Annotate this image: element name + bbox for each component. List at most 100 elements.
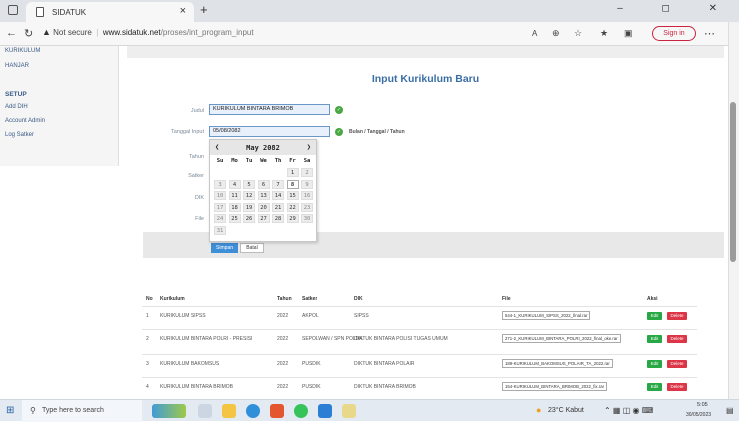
date-format-hint: Bulan / Tanggal / Tahun [349, 129, 405, 135]
calendar-day[interactable]: 18 [228, 202, 241, 212]
zoom-icon[interactable]: ⊕ [552, 28, 560, 39]
table-header-row: No Kurikulum Tahun Satker DIK File Aksi [142, 292, 697, 306]
new-tab-button[interactable]: + [200, 2, 208, 17]
page-scrollbar-thumb[interactable] [730, 102, 736, 262]
delete-button[interactable]: Delete [667, 335, 687, 343]
back-icon[interactable]: ← [6, 27, 17, 39]
tab-actions-icon[interactable] [8, 5, 18, 15]
dik-label: DIK [194, 195, 204, 201]
more-icon[interactable]: ⋯ [704, 27, 715, 40]
weekday-label: Su [216, 158, 224, 164]
judul-input[interactable]: KURIKULUM BINTARA BRIMOB [209, 104, 330, 115]
url-path: /proses/int_program_input [160, 28, 254, 37]
whatsapp-icon[interactable] [294, 404, 308, 418]
sidebar-item-account-admin[interactable]: Account Admin [5, 118, 45, 124]
office-icon[interactable] [270, 404, 284, 418]
close-tab-icon[interactable]: × [180, 5, 186, 17]
weather-text[interactable]: 23°C Kabut [548, 407, 584, 414]
tahun-label: Tahun [189, 154, 204, 160]
edit-button[interactable]: Edit [647, 360, 662, 368]
batal-button[interactable]: Batal [240, 243, 264, 253]
calendar-day[interactable]: 23 [301, 202, 313, 212]
task-view-icon[interactable] [198, 404, 212, 418]
calendar-day[interactable]: 7 [272, 179, 284, 189]
calendar-day[interactable]: 17 [214, 202, 226, 212]
edge-icon[interactable] [246, 404, 260, 418]
calendar-day[interactable]: 10 [214, 191, 226, 200]
favorites-bar-icon[interactable]: ★ [600, 28, 608, 39]
tab-title: SIDATUK [52, 8, 87, 17]
calendar-day[interactable]: 25 [228, 214, 241, 223]
table-cell: 3 [146, 361, 149, 367]
calendar-day[interactable]: 12 [243, 191, 255, 200]
calendar-day[interactable]: 27 [257, 214, 270, 223]
month-label: May 2082 [246, 144, 280, 152]
table-cell: KURIKULUM BAKOMSUS [160, 361, 220, 367]
calendar-day[interactable]: 4 [228, 179, 241, 189]
sign-in-button[interactable]: Sign in [652, 26, 696, 41]
weather-widget-icon[interactable] [152, 404, 186, 418]
calendar-day[interactable]: 19 [243, 202, 255, 212]
clock-time[interactable]: 5:05 [697, 402, 708, 408]
calendar-day[interactable]: 21 [272, 202, 284, 212]
sidebar-item-log-satker[interactable]: Log Satker [5, 132, 34, 138]
delete-button[interactable]: Delete [667, 383, 687, 391]
calendar-day[interactable]: 13 [257, 191, 270, 200]
notification-icon[interactable]: ▤ [726, 406, 734, 415]
edit-button[interactable]: Edit [647, 383, 662, 391]
calendar-day[interactable]: 2 [301, 168, 313, 177]
word-icon[interactable] [318, 404, 332, 418]
calendar-day[interactable]: 1 [286, 168, 299, 177]
calendar-day[interactable]: 28 [272, 214, 284, 223]
paint-icon[interactable] [342, 404, 356, 418]
tanggal-input[interactable]: 05/08/2082 [209, 126, 330, 137]
calendar-day[interactable]: 15 [286, 191, 299, 200]
next-month-icon[interactable]: ❯ [307, 143, 311, 151]
sidebar-item-kurikulum[interactable]: KURIKULUM [5, 48, 40, 54]
delete-button[interactable]: Delete [667, 312, 687, 320]
sidebar-item-add-dih[interactable]: Add DIH [5, 104, 28, 110]
collections-icon[interactable]: ▣ [624, 28, 633, 39]
file-link[interactable]: 154-KURIKULUM_BINTARA_BRIMOB_2022_fix.ra… [502, 382, 608, 391]
url-field[interactable]: ▲ Not secure | www.sidatuk.net/proses/in… [42, 27, 254, 37]
calendar-day[interactable]: 22 [286, 202, 299, 212]
file-link[interactable]: 271-2_KURIKULUM_BINTARA_POLRI_2022_final… [502, 334, 621, 343]
table-cell: 4 [146, 384, 149, 390]
file-explorer-icon[interactable] [222, 404, 236, 418]
delete-button[interactable]: Delete [667, 360, 687, 368]
browser-tab[interactable]: SIDATUK × [26, 2, 194, 22]
read-aloud-icon[interactable]: A [532, 29, 537, 38]
calendar-day[interactable]: 8 [286, 179, 299, 189]
file-link[interactable]: 544-1_KURIKULUM_SIPSS_2022_final.rar [502, 311, 591, 320]
calendar-day[interactable]: 29 [286, 214, 299, 223]
system-tray-icons[interactable]: ⌃ ▦ ◫ ◉ ⌨ [604, 406, 653, 415]
window-controls[interactable]: – ◻ ✕ [617, 3, 735, 14]
edit-button[interactable]: Edit [647, 335, 662, 343]
calendar-day[interactable]: 6 [257, 179, 270, 189]
edit-button[interactable]: Edit [647, 312, 662, 320]
windows-start-icon[interactable]: ⊞ [6, 405, 14, 416]
calendar-day[interactable]: 30 [301, 214, 313, 223]
calendar-day[interactable]: 26 [243, 214, 255, 223]
refresh-icon[interactable]: ↻ [24, 27, 33, 40]
calendar-day[interactable]: 9 [301, 179, 313, 189]
calendar-day[interactable]: 11 [228, 191, 241, 200]
calendar-day[interactable]: 14 [272, 191, 284, 200]
clock-date[interactable]: 30/05/2023 [686, 412, 711, 418]
calendar-day[interactable]: 16 [301, 191, 313, 200]
taskbar-search[interactable]: ⚲ Type here to search [22, 400, 142, 422]
calendar-day[interactable]: 20 [257, 202, 270, 212]
file-link[interactable]: 189-KURIKULUM_BAKOMSUS_POLAIR_TA_2022.ra… [502, 359, 613, 368]
sidebar-item-hanjar[interactable]: HANJAR [5, 63, 29, 69]
calendar-day[interactable]: 24 [214, 214, 226, 223]
favorite-icon[interactable]: ☆ [574, 28, 582, 39]
page-title: Input Kurikulum Baru [371, 73, 480, 85]
calendar-day[interactable]: 31 [214, 225, 226, 235]
simpan-button[interactable]: Simpan [211, 243, 238, 253]
weekday-label: Fr [289, 158, 296, 164]
calendar-day[interactable]: 3 [214, 179, 226, 189]
content-header-strip [127, 46, 724, 58]
calendar-day[interactable]: 5 [243, 179, 255, 189]
valid-check-icon: ✓ [335, 128, 343, 136]
sidebar: KURIKULUM HANJAR SETUP Add DIH Account A… [0, 46, 119, 166]
